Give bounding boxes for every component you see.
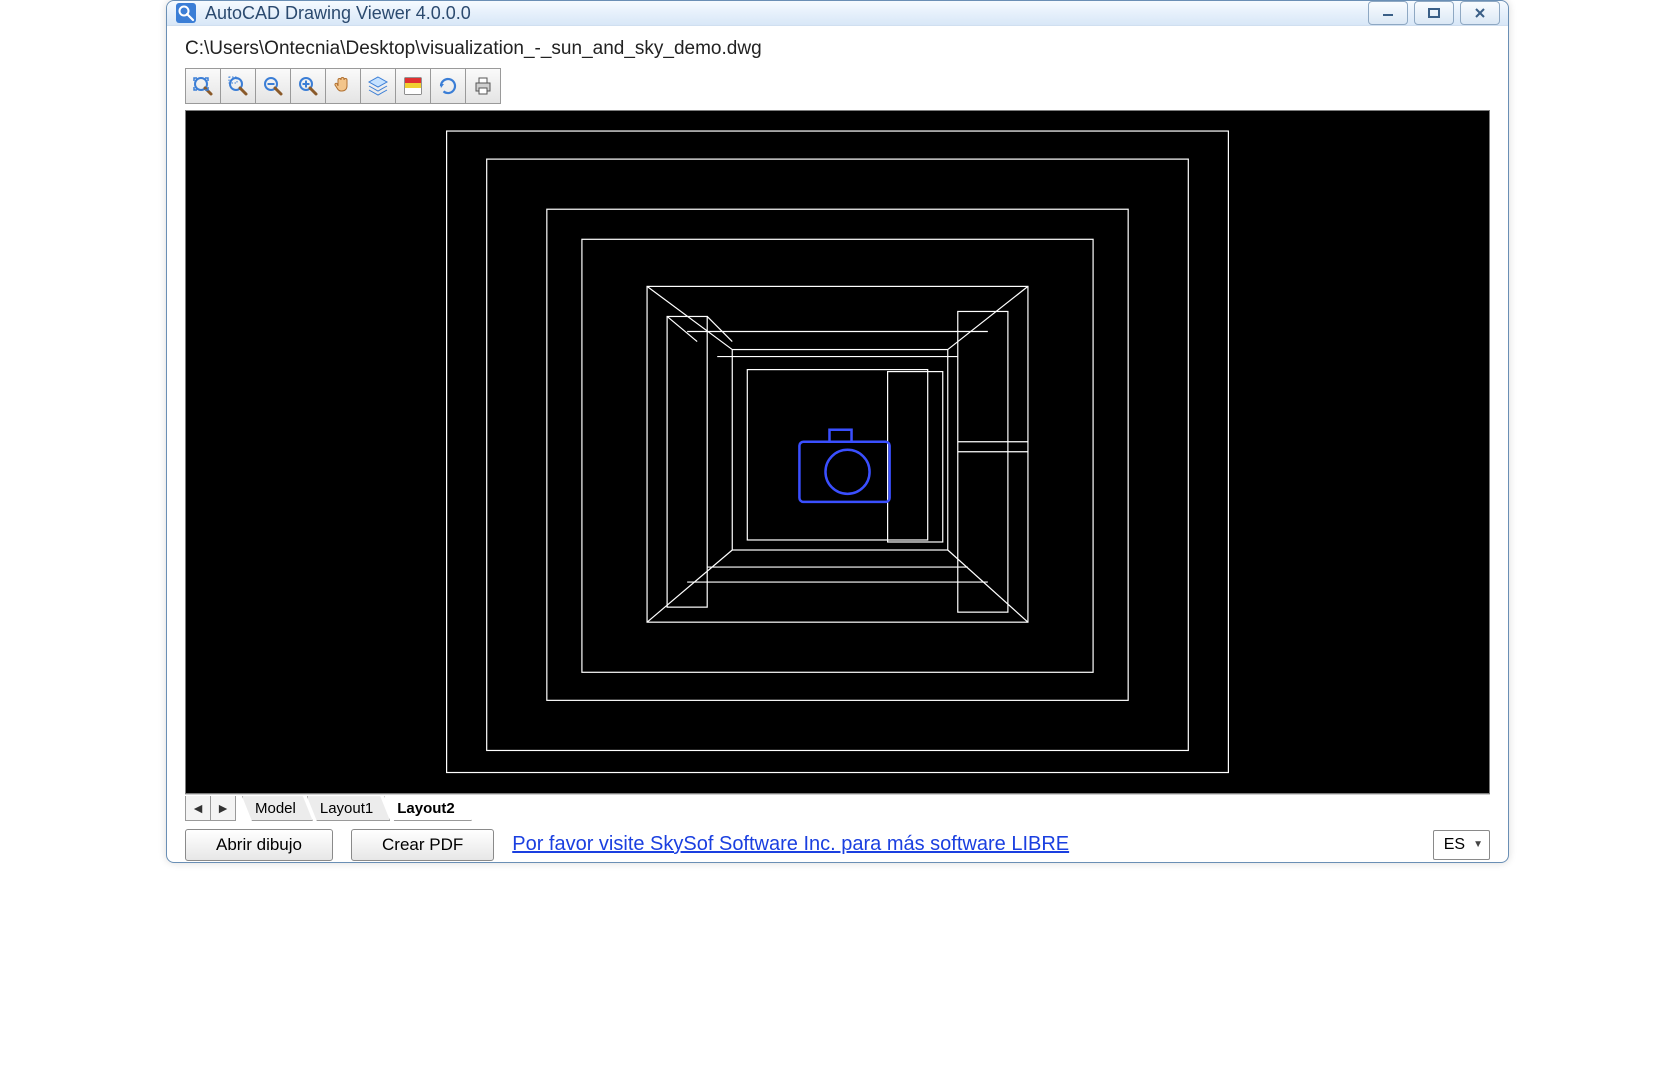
zoom-extents-icon [191,74,215,98]
zoom-window-button[interactable] [220,68,255,104]
zoom-in-icon [296,74,320,98]
properties-icon [401,74,425,98]
app-icon [175,2,197,24]
maximize-icon [1426,7,1442,19]
hand-icon [331,74,355,98]
button-label: Crear PDF [382,835,463,855]
tab-model[interactable]: Model [242,796,313,821]
print-button[interactable] [465,68,501,104]
window-controls [1368,1,1500,25]
file-path: C:\Users\Ontecnia\Desktop\visualization_… [185,38,1490,60]
button-label: Abrir dibujo [216,835,302,855]
toolbar [185,68,1490,104]
create-pdf-button[interactable]: Crear PDF [351,829,494,861]
layers-button[interactable] [360,68,395,104]
refresh-icon [436,74,460,98]
tab-layout2[interactable]: Layout2 [384,796,472,821]
close-icon [1473,7,1487,19]
layout-tabstrip: ◄ ► Model Layout1 Layout2 [185,794,1490,823]
zoom-window-icon [226,74,250,98]
drawing-canvas[interactable] [185,110,1490,794]
tab-label: Layout1 [320,800,373,817]
maximize-button[interactable] [1414,1,1454,25]
skysof-link[interactable]: Por favor visite SkySof Software Inc. pa… [512,833,1069,856]
app-window: AutoCAD Drawing Viewer 4.0.0.0 C:\Users\… [166,0,1509,863]
zoom-out-button[interactable] [255,68,290,104]
tab-layout1[interactable]: Layout1 [307,796,390,821]
refresh-button[interactable] [430,68,465,104]
zoom-out-icon [261,74,285,98]
minimize-icon [1380,8,1396,18]
chevron-left-icon: ◄ [191,800,205,816]
zoom-in-button[interactable] [290,68,325,104]
tab-prev-button[interactable]: ◄ [186,796,210,820]
print-icon [471,74,495,98]
properties-button[interactable] [395,68,430,104]
titlebar: AutoCAD Drawing Viewer 4.0.0.0 [167,1,1508,26]
minimize-button[interactable] [1368,1,1408,25]
pan-button[interactable] [325,68,360,104]
zoom-extents-button[interactable] [185,68,220,104]
tab-label: Model [255,800,296,817]
chevron-down-icon: ▼ [1473,839,1483,850]
client-area: C:\Users\Ontecnia\Desktop\visualization_… [167,26,1508,873]
tab-nav: ◄ ► [185,796,236,821]
close-button[interactable] [1460,1,1500,25]
chevron-right-icon: ► [216,800,230,816]
open-drawing-button[interactable]: Abrir dibujo [185,829,333,861]
link-text: Por favor visite SkySof Software Inc. pa… [512,833,1069,855]
drawing-content [186,111,1489,793]
bottom-bar: Abrir dibujo Crear PDF Por favor visite … [179,823,1496,861]
language-value: ES [1444,836,1465,854]
window-title: AutoCAD Drawing Viewer 4.0.0.0 [205,3,471,24]
tab-label: Layout2 [397,800,455,817]
language-select[interactable]: ES ▼ [1433,830,1490,860]
layers-icon [366,74,390,98]
tab-next-button[interactable]: ► [210,796,235,820]
